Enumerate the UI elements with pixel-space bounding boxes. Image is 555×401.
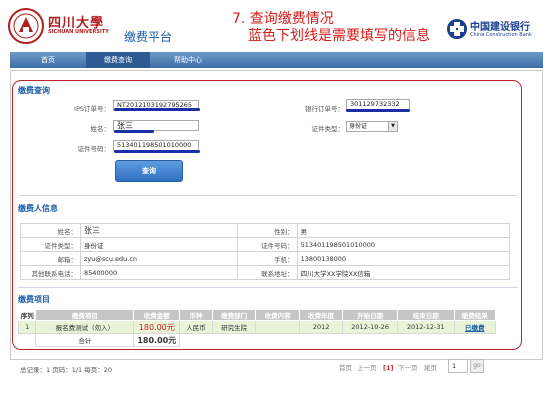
- bank-name-en: China Construction Bank: [470, 32, 532, 38]
- ips-order-underline: [114, 108, 200, 111]
- col-header-content: 收费内容: [255, 309, 300, 321]
- payer-key: 邮箱：: [20, 251, 81, 266]
- table-header-row: 序列 缴费项目 收费金额 币种 缴费部门 收费内容 收费年度 开始日期 结束日期…: [17, 309, 497, 321]
- id-type-select[interactable]: 身份证 ▼: [346, 121, 398, 132]
- pager-prev[interactable]: 上一页: [357, 361, 377, 375]
- header: 四川大學 SICHUAN UNIVERSITY 缴费平台 7. 查询缴费情况 蓝…: [0, 0, 555, 50]
- total-value: 180.00元: [133, 333, 181, 347]
- ips-order-label: IPS订单号：: [74, 105, 110, 113]
- name-underline: [114, 130, 154, 133]
- cell-item: 报名费测试（勿入）: [35, 320, 135, 334]
- main-nav: 首页 缴费查询 帮助中心: [10, 52, 543, 68]
- table-row: 证件类型： 身份证 证件号码： 513401198501010000: [20, 237, 511, 252]
- annotation-line-2: 蓝色下划线是需要填写的信息: [248, 28, 430, 44]
- payer-info-table: 姓名： 张三 性别： 男 证件类型： 身份证 证件号码： 51340119850…: [20, 223, 511, 280]
- col-header-currency: 币种: [179, 309, 213, 321]
- col-header-year: 收费年度: [298, 309, 344, 321]
- cell-dept: 研究生院: [211, 320, 257, 334]
- divider: [18, 195, 518, 196]
- divider: [18, 287, 518, 288]
- chevron-down-icon: ▼: [388, 122, 397, 131]
- col-header-item: 缴费项目: [35, 309, 135, 321]
- university-logo: [8, 8, 44, 44]
- payer-value: 张三: [80, 223, 238, 238]
- id-type-label: 证件类型：: [311, 125, 345, 133]
- university-sub: SICHUAN UNIVERSITY: [48, 29, 109, 35]
- col-header-status: 缴费结果: [453, 309, 497, 321]
- nav-item-home[interactable]: 首页: [28, 52, 68, 68]
- table-row: 姓名： 张三 性别： 男: [20, 223, 511, 238]
- cell-start: 2012-10-26: [342, 320, 398, 334]
- record-summary: 总记录：1 页码：1/1 每页：20: [20, 366, 112, 374]
- col-header-start: 开始日期: [342, 309, 398, 321]
- query-button[interactable]: 查询: [115, 160, 183, 182]
- bank-order-label: 银行订单号：: [305, 105, 344, 113]
- bank-order-underline: [346, 109, 410, 112]
- payment-items-table: 序列 缴费项目 收费金额 币种 缴费部门 收费内容 收费年度 开始日期 结束日期…: [17, 309, 497, 347]
- cell-end: 2012-12-31: [396, 320, 455, 334]
- pager-next[interactable]: 下一页: [398, 361, 418, 375]
- table-row: 1 报名费测试（勿入） 180.00元 人民币 研究生院 2012 2012-1…: [17, 320, 497, 334]
- payer-value: 男: [296, 223, 511, 238]
- table-row: 邮箱： zyu@scu.edu.cn 手机： 13800138000: [20, 251, 511, 266]
- total-label: 合计: [35, 333, 135, 347]
- col-header-end: 结束日期: [396, 309, 455, 321]
- cell-year: 2012: [298, 320, 344, 334]
- col-header-seq: 序列: [17, 309, 37, 321]
- payer-key: 证件类型：: [20, 237, 81, 252]
- payer-value: 身份证: [80, 237, 238, 252]
- total-row: 合计 180.00元: [19, 333, 496, 347]
- go-button[interactable]: go: [470, 359, 484, 373]
- bank-name-cn: 中国建设银行: [470, 22, 530, 33]
- cell-currency: 人民币: [179, 320, 213, 334]
- pager-last[interactable]: 尾页: [424, 361, 437, 375]
- cell-status-link[interactable]: 已缴费: [453, 320, 497, 334]
- col-header-dept: 缴费部门: [211, 309, 257, 321]
- page-number-input[interactable]: 1: [448, 359, 468, 373]
- table-row: 其他联系电话： 85400000 联系地址： 四川大学XX学院XX信箱: [20, 265, 511, 280]
- bank-logo-icon: [447, 19, 467, 39]
- pager-first[interactable]: 首页: [339, 361, 352, 375]
- name-label: 姓名：: [90, 125, 111, 133]
- cell-seq: 1: [17, 320, 37, 334]
- cell-amount: 180.00元: [133, 320, 181, 334]
- payer-key: 手机：: [236, 251, 298, 266]
- nav-item-help[interactable]: 帮助中心: [160, 52, 216, 68]
- payer-key: 证件号码：: [236, 237, 298, 252]
- payer-value: 85400000: [80, 265, 238, 280]
- items-section-title: 缴费项目: [18, 295, 50, 304]
- col-header-amount: 收费金额: [133, 309, 181, 321]
- nav-item-payment-query[interactable]: 缴费查询: [86, 52, 150, 68]
- payer-key: 联系地址：: [236, 265, 298, 280]
- payer-value: 513401198501010000: [296, 237, 511, 252]
- payer-key: 性别：: [236, 223, 298, 238]
- payer-value: 四川大学XX学院XX信箱: [296, 265, 511, 280]
- id-number-underline: [114, 150, 200, 153]
- payer-key: 姓名：: [20, 223, 81, 238]
- payer-section-title: 缴费人信息: [18, 204, 58, 213]
- payer-value: zyu@scu.edu.cn: [80, 251, 238, 266]
- platform-title: 缴费平台: [124, 30, 173, 44]
- query-section-title: 缴费查询: [18, 86, 50, 95]
- payer-key: 其他联系电话：: [20, 265, 81, 280]
- cell-content: [255, 320, 300, 334]
- id-type-value: 身份证: [349, 123, 368, 130]
- id-number-label: 证件号码：: [77, 145, 111, 153]
- pager-current: [1]: [383, 364, 394, 372]
- payer-value: 13800138000: [296, 251, 511, 266]
